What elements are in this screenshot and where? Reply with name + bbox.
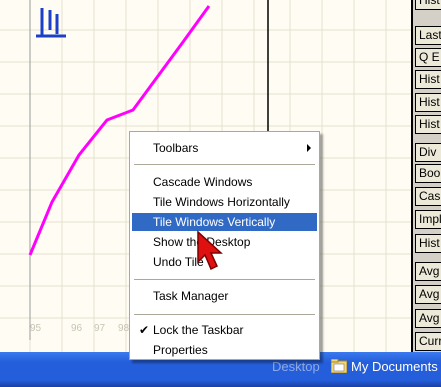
x-tick-label: 96: [71, 323, 83, 334]
side-button[interactable]: Q E: [415, 48, 441, 67]
side-button[interactable]: Curr: [415, 332, 441, 351]
menu-item-label: Tile Windows Horizontally: [153, 195, 290, 209]
menu-item-label: Toolbars: [153, 141, 199, 155]
side-button[interactable]: Avg: [415, 309, 441, 328]
side-button[interactable]: Hist: [415, 0, 441, 10]
menu-item-toolbars[interactable]: Toolbars: [132, 139, 317, 157]
menu-item-label: Properties: [153, 343, 208, 357]
side-button[interactable]: Boo: [415, 164, 441, 183]
my-documents-taskbar-button[interactable]: My Documents: [351, 359, 438, 374]
x-tick-label: 95: [30, 323, 42, 334]
menu-item-label: Tile Windows Vertically: [153, 215, 276, 229]
menu-separator: [134, 164, 315, 165]
menu-item-task-manager[interactable]: Task Manager: [132, 287, 317, 305]
menu-item-label: Lock the Taskbar: [153, 323, 244, 337]
menu-separator: [134, 314, 315, 315]
side-button[interactable]: Hist: [415, 115, 441, 134]
menu-item-cascade-windows[interactable]: Cascade Windows: [132, 173, 317, 191]
side-button[interactable]: Avg: [415, 262, 441, 281]
submenu-arrow-icon: [307, 144, 311, 152]
side-button[interactable]: Hist: [415, 234, 441, 253]
folder-icon: [331, 359, 347, 373]
right-button-column: Hist Last Q E Hist Hist Hist Div Boo Cas…: [411, 0, 441, 352]
x-tick-label: 98: [118, 323, 130, 334]
menu-item-tile-vertically[interactable]: Tile Windows Vertically: [132, 213, 317, 231]
side-button[interactable]: Hist: [415, 70, 441, 89]
mouse-pointer-icon: [197, 230, 223, 271]
side-button[interactable]: Last: [415, 26, 441, 45]
x-tick-label: 97: [94, 323, 106, 334]
side-button[interactable]: Impl: [415, 210, 441, 229]
menu-item-properties[interactable]: Properties: [132, 341, 317, 359]
checkmark-icon: ✔: [139, 323, 150, 337]
menu-item-label: Task Manager: [153, 289, 229, 303]
side-button[interactable]: Hist: [415, 93, 441, 112]
side-button[interactable]: Div: [415, 143, 441, 162]
menu-item-lock-taskbar[interactable]: ✔ Lock the Taskbar: [132, 321, 317, 339]
desktop-toolbar-label[interactable]: Desktop: [272, 359, 320, 374]
menu-item-label: Cascade Windows: [153, 175, 253, 189]
menu-item-tile-horizontally[interactable]: Tile Windows Horizontally: [132, 193, 317, 211]
side-button[interactable]: Cas: [415, 187, 441, 206]
menu-separator: [134, 279, 315, 280]
screen: 95 96 97 98 Hist Last Q E Hist Hist Hist…: [0, 0, 441, 387]
side-button[interactable]: Avg: [415, 285, 441, 304]
